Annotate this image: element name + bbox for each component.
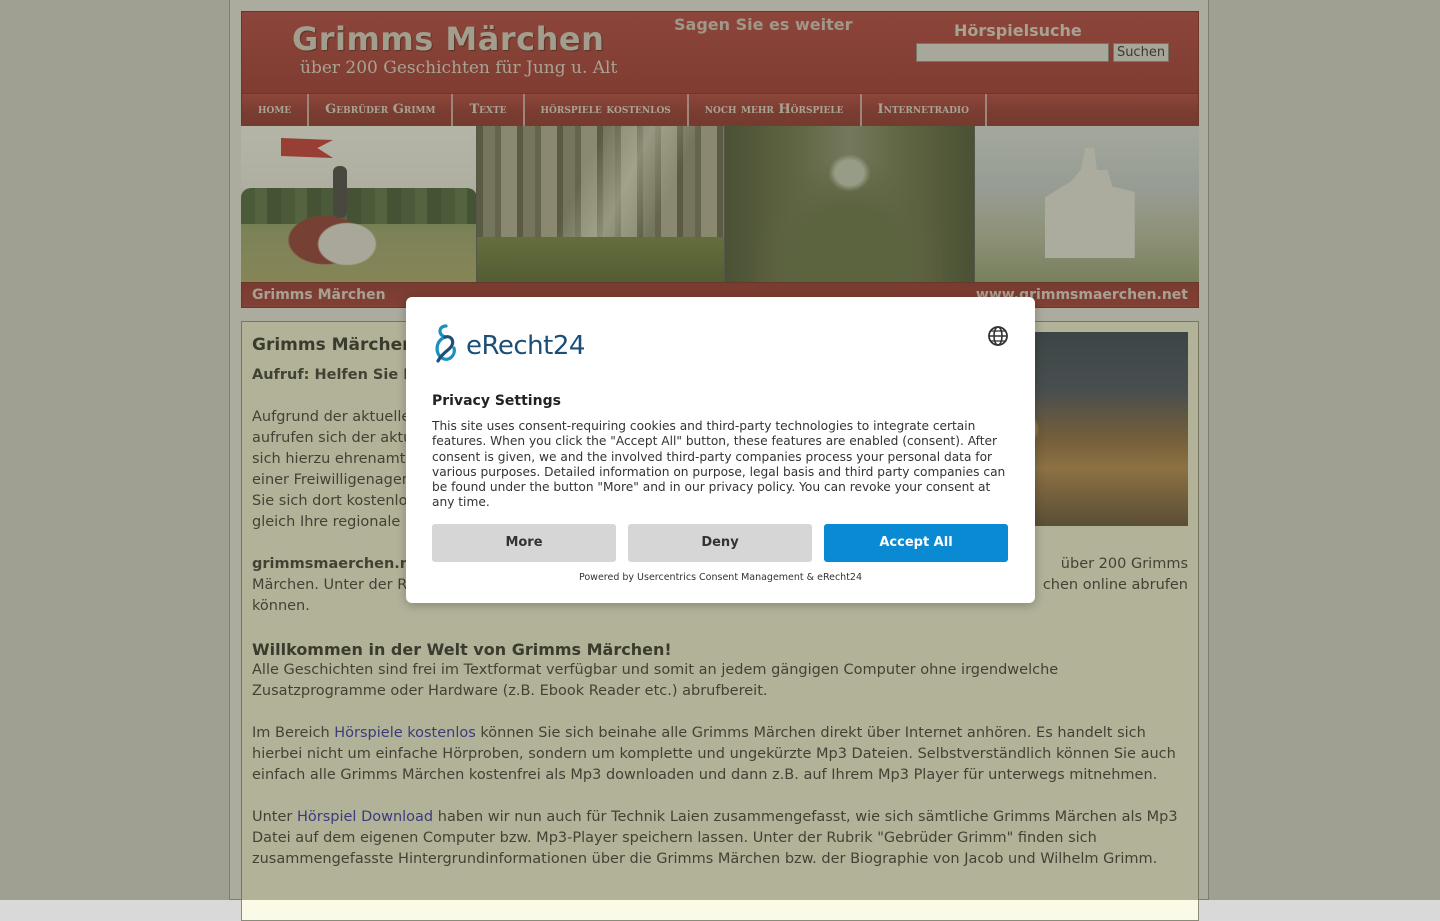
consent-dialog: eRecht24 Privacy Settings This site uses… xyxy=(406,297,1035,603)
consent-text: This site uses consent-requiring cookies… xyxy=(432,419,1006,510)
globe-icon[interactable] xyxy=(987,325,1009,347)
consent-logo-row: eRecht24 xyxy=(432,323,1009,369)
erecht24-logo-text: eRecht24 xyxy=(466,331,585,361)
powered-by-text: Powered by Usercentrics Consent Manageme… xyxy=(578,571,863,583)
deny-button[interactable]: Deny xyxy=(628,523,812,562)
consent-title: Privacy Settings xyxy=(432,393,561,409)
accept-all-button[interactable]: Accept All xyxy=(824,523,1008,562)
erecht24-logo-icon xyxy=(435,324,456,363)
more-button[interactable]: More xyxy=(432,523,616,562)
consent-button-row: More Deny Accept All xyxy=(432,523,1009,562)
